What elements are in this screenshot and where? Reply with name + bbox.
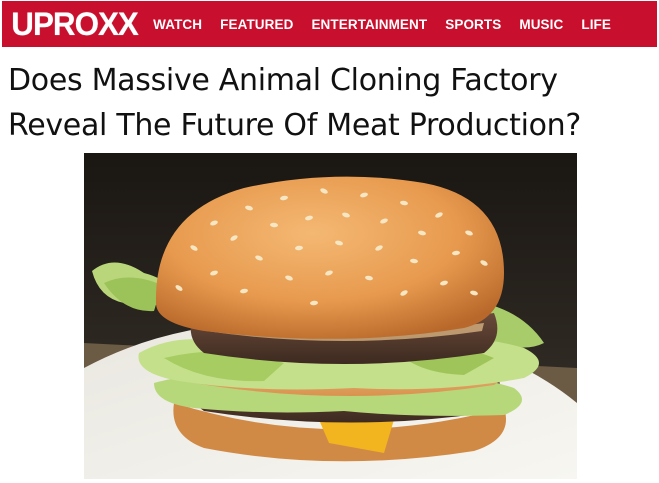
nav-item-featured[interactable]: FEATURED (220, 17, 293, 32)
top-navbar: UPROXX WATCH FEATURED ENTERTAINMENT SPOR… (2, 1, 657, 47)
uproxx-logo[interactable]: UPROXX (11, 6, 139, 43)
nav-item-sports[interactable]: SPORTS (445, 17, 501, 32)
article-headline: Does Massive Animal Cloning Factory Reve… (8, 63, 581, 143)
nav-item-watch[interactable]: WATCH (153, 17, 202, 32)
nav-item-entertainment[interactable]: ENTERTAINMENT (311, 17, 427, 32)
hamburger-image (84, 153, 577, 479)
hero-image (84, 153, 577, 479)
main-nav: WATCH FEATURED ENTERTAINMENT SPORTS MUSI… (149, 17, 611, 32)
nav-item-music[interactable]: MUSIC (519, 17, 563, 32)
nav-item-life[interactable]: LIFE (581, 17, 611, 32)
